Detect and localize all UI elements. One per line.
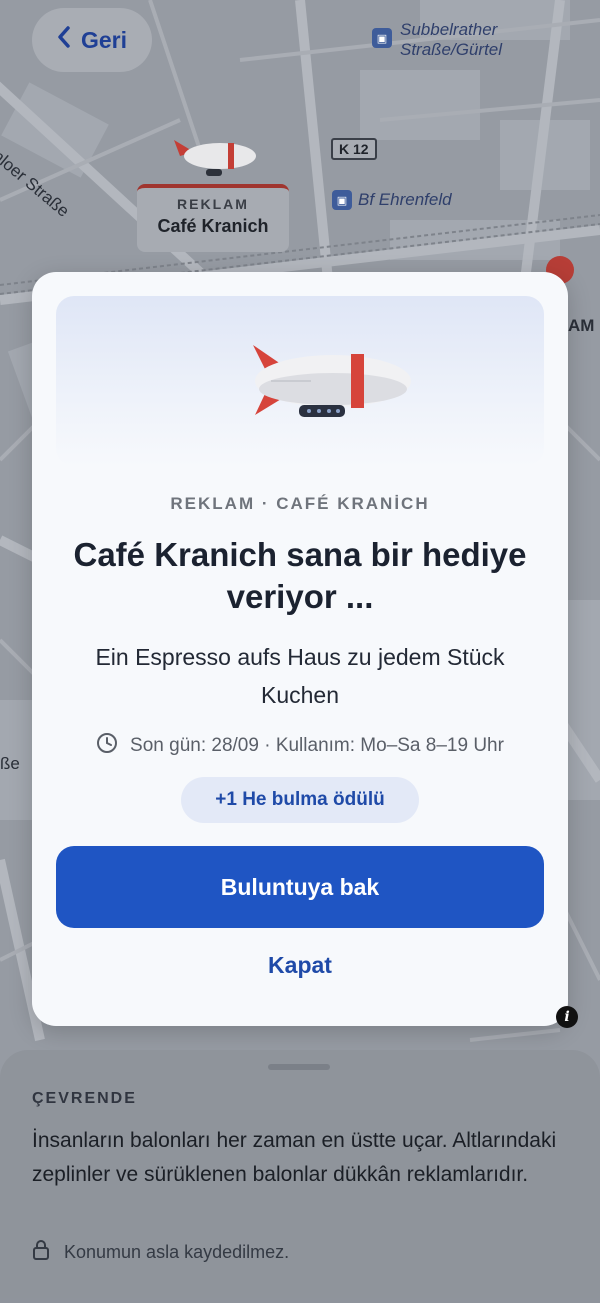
ad-subtitle: Ein Espresso aufs Haus zu jedem Stück Ku… (95, 644, 505, 708)
ad-eyebrow: REKLAM · CAFÉ KRANİCH (170, 494, 430, 513)
privacy-note: Konumun asla kaydedilmez. (32, 1240, 289, 1265)
chevron-left-icon (57, 26, 71, 54)
map-ad-pin[interactable]: REKLAM Café Kranich (137, 184, 289, 252)
map-ad-pin-name: Café Kranich (157, 216, 269, 236)
map-label-station-top: Subbelrather Straße/Gürtel (400, 20, 503, 59)
ad-meta-text: Son gün: 28/09 · Kullanım: Mo–Sa 8–19 Uh… (130, 735, 504, 756)
sheet-handle[interactable] (268, 1064, 330, 1070)
view-find-button[interactable]: Buluntuya bak (56, 846, 544, 928)
bottom-sheet[interactable]: ÇEVRENDE İnsanların balonları her zaman … (0, 1050, 600, 1298)
road-badge: K 12 (331, 138, 377, 160)
back-button[interactable]: Geri (32, 8, 152, 72)
bus-stop-icon: ▣ (372, 28, 392, 48)
modal-hero (56, 296, 544, 466)
sheet-eyebrow: ÇEVRENDE (32, 1090, 137, 1107)
ad-meta: Son gün: 28/09 · Kullanım: Mo–Sa 8–19 Uh… (32, 732, 568, 760)
clock-icon (96, 732, 118, 760)
sheet-body: İnsanların balonları her zaman en üstte … (32, 1129, 557, 1186)
reward-badge: +1 He bulma ödülü (181, 777, 419, 823)
map-label-edge-left: ße (0, 754, 20, 773)
map-label-station-mid: Bf Ehrenfeld (358, 190, 452, 209)
privacy-text: Konumun asla kaydedilmez. (64, 1242, 290, 1262)
info-icon[interactable]: i (556, 1006, 578, 1028)
ad-title: Café Kranich sana bir hediye veriyor ... (73, 536, 527, 615)
lock-icon (32, 1240, 50, 1265)
zeppelin-icon (253, 345, 411, 417)
bus-stop-icon: ▣ (332, 190, 352, 210)
close-button[interactable]: Kapat (32, 952, 568, 979)
map-ad-pin-tag: REKLAM (177, 196, 249, 212)
map-label-edge-right: AM (568, 316, 595, 335)
back-label: Geri (80, 26, 128, 53)
ad-modal: REKLAM · CAFÉ KRANİCH Café Kranich sana … (32, 272, 568, 1026)
